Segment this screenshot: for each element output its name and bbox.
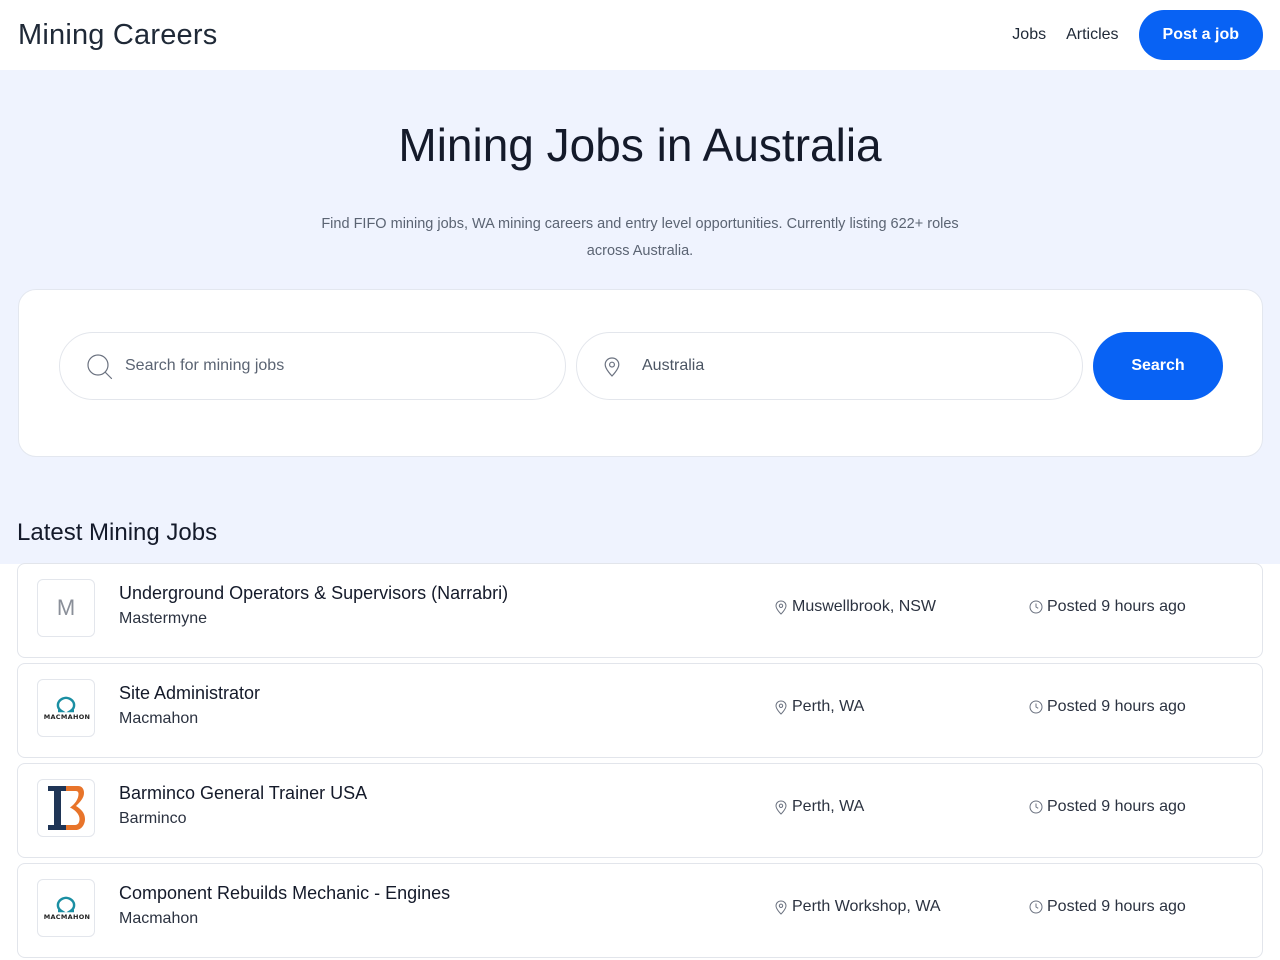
- post-job-button[interactable]: Post a job: [1138, 10, 1263, 60]
- page-title: Mining Jobs in Australia: [398, 119, 882, 171]
- keyword-search-input[interactable]: [125, 333, 545, 399]
- map-pin-icon: [602, 356, 622, 378]
- job-title[interactable]: Site Administrator: [119, 683, 260, 704]
- job-company: Macmahon: [119, 910, 199, 927]
- job-posted-text: Posted 9 hours ago: [1047, 798, 1186, 815]
- job-card[interactable]: M Underground Operators & Supervisors (N…: [17, 563, 1263, 658]
- job-location: Perth Workshop, WA: [774, 898, 941, 916]
- map-pin-icon: [774, 699, 788, 715]
- clock-icon: [1029, 899, 1043, 915]
- company-logo: MACMAHON: [37, 879, 95, 937]
- job-location-text: Perth, WA: [792, 698, 865, 715]
- clock-icon: [1029, 799, 1043, 815]
- job-company: Barminco: [119, 810, 187, 827]
- job-company: Macmahon: [119, 710, 199, 727]
- job-posted-text: Posted 9 hours ago: [1047, 898, 1186, 915]
- clock-icon: [1029, 599, 1043, 615]
- main-nav: Jobs Articles Post a job: [1012, 10, 1263, 60]
- top-navigation-bar: Mining Careers Jobs Articles Post a job: [0, 0, 1280, 70]
- job-posted-text: Posted 9 hours ago: [1047, 598, 1186, 615]
- macmahon-logo: [56, 696, 76, 713]
- hero-section: Mining Jobs in Australia Find FIFO minin…: [0, 70, 1280, 564]
- nav-link-articles[interactable]: Articles: [1066, 26, 1118, 44]
- map-pin-icon: [774, 599, 788, 615]
- macmahon-wordmark: MACMAHON: [43, 913, 91, 921]
- job-card[interactable]: MACMAHON Site Administrator Macmahon Per…: [17, 663, 1263, 758]
- job-posted: Posted 9 hours ago: [1029, 798, 1186, 816]
- search-panel: Search: [18, 289, 1263, 457]
- job-location: Muswellbrook, NSW: [774, 598, 936, 616]
- job-posted: Posted 9 hours ago: [1029, 598, 1186, 616]
- job-location-text: Perth, WA: [792, 798, 865, 815]
- job-card[interactable]: MACMAHON Component Rebuilds Mechanic - E…: [17, 863, 1263, 958]
- job-title[interactable]: Underground Operators & Supervisors (Nar…: [119, 583, 508, 604]
- job-card[interactable]: Barminco General Trainer USA Barminco Pe…: [17, 763, 1263, 858]
- nav-link-jobs[interactable]: Jobs: [1012, 26, 1046, 44]
- map-pin-icon: [774, 799, 788, 815]
- macmahon-wordmark: MACMAHON: [43, 713, 91, 721]
- job-location-text: Muswellbrook, NSW: [792, 598, 937, 615]
- search-button[interactable]: Search: [1093, 332, 1223, 400]
- macmahon-logo: [56, 896, 76, 913]
- job-list: M Underground Operators & Supervisors (N…: [17, 563, 1263, 960]
- search-icon: [87, 354, 113, 380]
- site-logo-text[interactable]: Mining Careers: [18, 19, 217, 52]
- company-logo: [37, 779, 95, 837]
- company-logo-letter: M: [56, 595, 76, 620]
- location-search-input[interactable]: [642, 333, 1062, 399]
- company-logo: MACMAHON: [37, 679, 95, 737]
- location-search-field[interactable]: [576, 332, 1083, 400]
- barminco-logo: [48, 786, 85, 830]
- job-title[interactable]: Component Rebuilds Mechanic - Engines: [119, 883, 450, 904]
- page-subtitle: Find FIFO mining jobs, WA mining careers…: [321, 216, 959, 259]
- job-posted: Posted 9 hours ago: [1029, 698, 1186, 716]
- job-posted-text: Posted 9 hours ago: [1047, 698, 1186, 715]
- latest-jobs-heading: Latest Mining Jobs: [17, 519, 218, 546]
- job-location: Perth, WA: [774, 798, 864, 816]
- job-title[interactable]: Barminco General Trainer USA: [119, 783, 367, 804]
- job-posted: Posted 9 hours ago: [1029, 898, 1186, 916]
- map-pin-icon: [774, 899, 788, 915]
- job-company: Mastermyne: [119, 610, 208, 627]
- keyword-search-field[interactable]: [59, 332, 566, 400]
- job-location: Perth, WA: [774, 698, 864, 716]
- clock-icon: [1029, 699, 1043, 715]
- job-location-text: Perth Workshop, WA: [792, 898, 941, 915]
- company-logo: M: [37, 579, 95, 637]
